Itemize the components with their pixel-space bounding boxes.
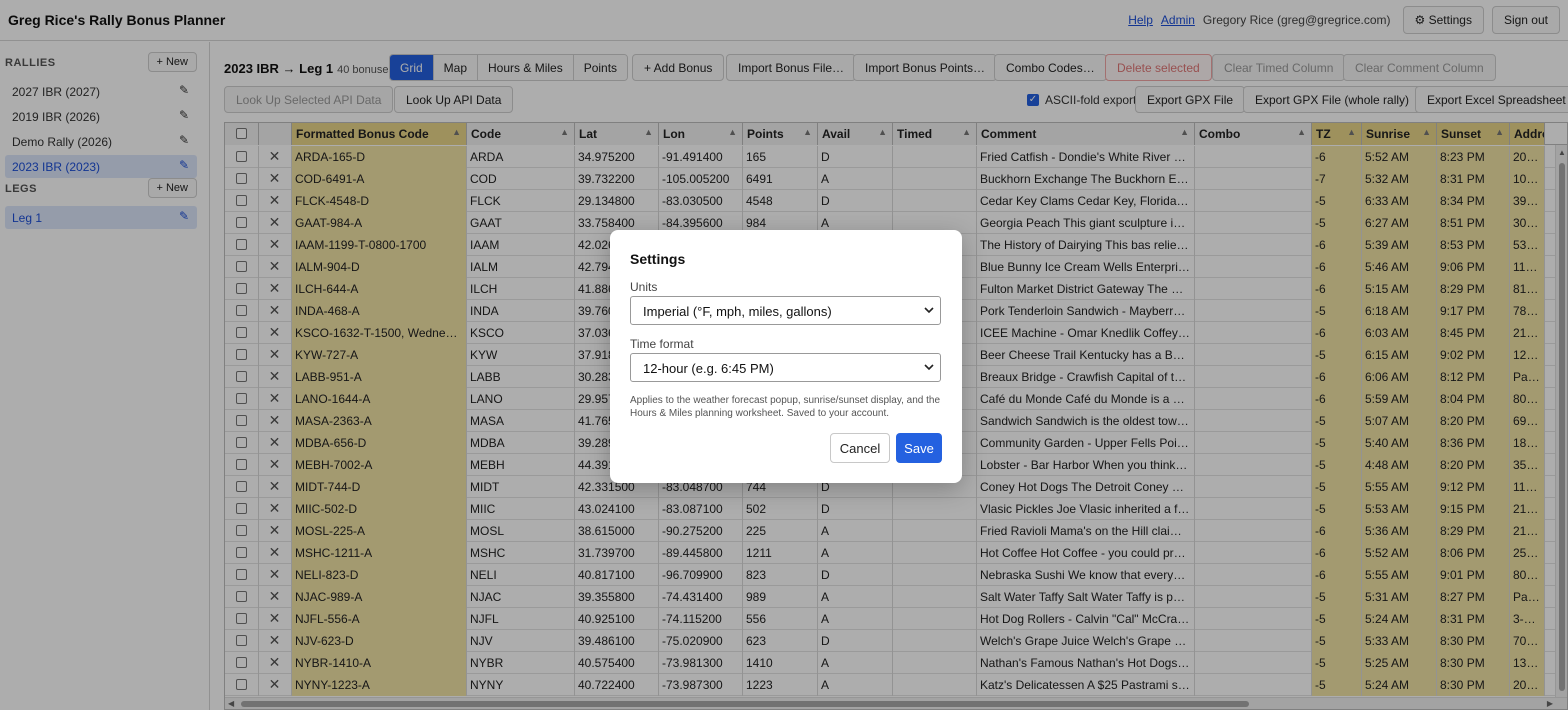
save-button[interactable]: Save bbox=[896, 433, 942, 463]
chevron-down-icon bbox=[924, 364, 934, 371]
dialog-title: Settings bbox=[630, 251, 686, 267]
units-select[interactable]: Imperial (°F, mph, miles, gallons) bbox=[630, 296, 941, 325]
settings-help-text: Applies to the weather forecast popup, s… bbox=[630, 395, 941, 419]
settings-dialog: Settings Units Imperial (°F, mph, miles,… bbox=[610, 230, 962, 483]
cancel-button[interactable]: Cancel bbox=[830, 433, 890, 463]
units-label: Units bbox=[630, 280, 658, 294]
units-select-value: Imperial (°F, mph, miles, gallons) bbox=[643, 304, 832, 319]
time-format-select[interactable]: 12-hour (e.g. 6:45 PM) bbox=[630, 353, 941, 382]
chevron-down-icon bbox=[924, 307, 934, 314]
time-format-label: Time format bbox=[630, 337, 694, 351]
time-format-select-value: 12-hour (e.g. 6:45 PM) bbox=[643, 361, 774, 376]
